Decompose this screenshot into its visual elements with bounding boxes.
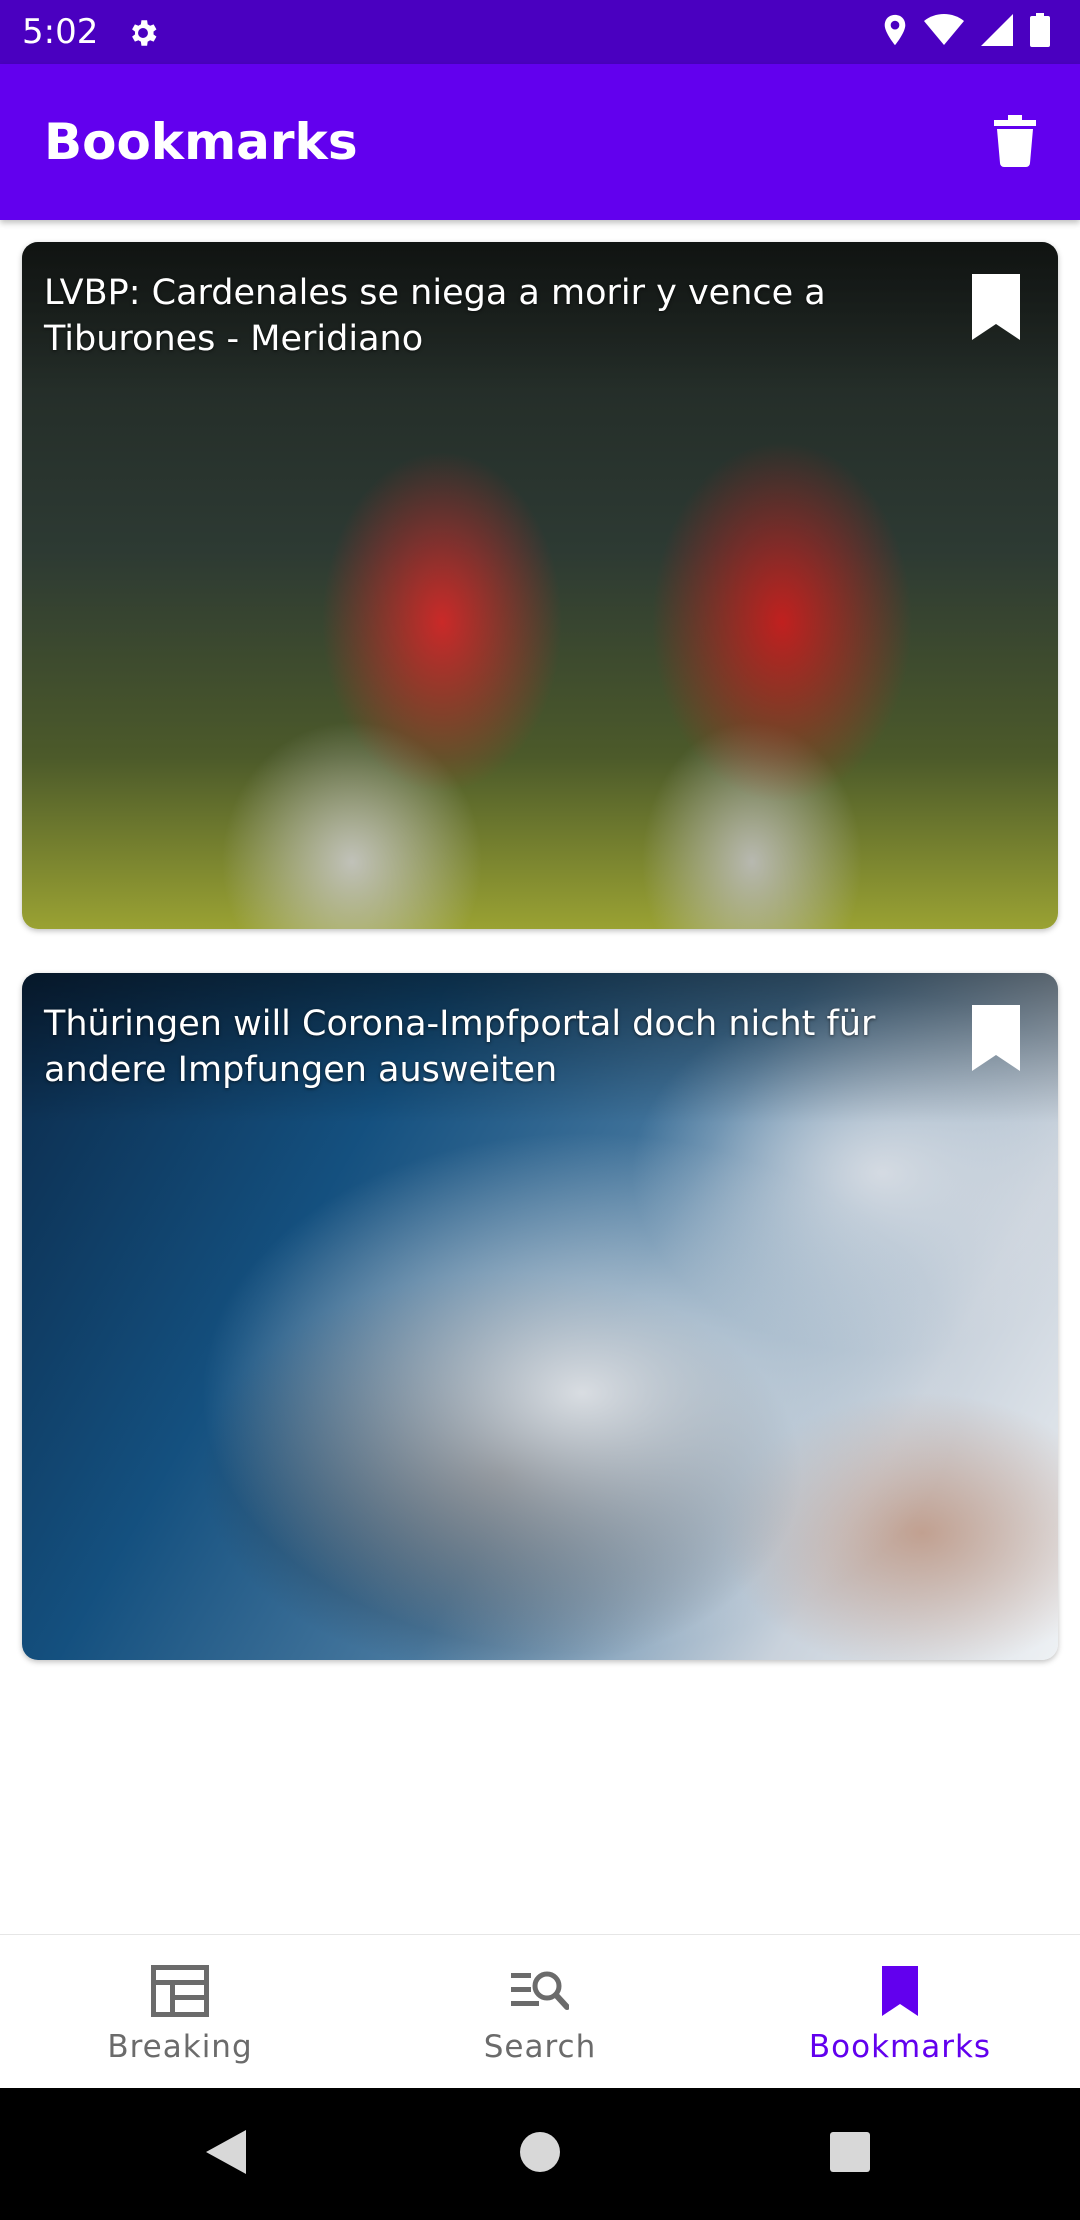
recents-icon (829, 2131, 871, 2177)
nav-label-search: Search (483, 2029, 597, 2065)
home-button[interactable] (514, 2128, 566, 2180)
nav-item-bookmarks[interactable]: Bookmarks (720, 1935, 1080, 2089)
page-title: Bookmarks (44, 113, 358, 171)
search-icon (510, 1963, 570, 2019)
bookmark-icon (870, 1963, 930, 2019)
signal-icon (980, 13, 1014, 51)
status-bar: 5:02 (0, 0, 1080, 64)
bookmark-list: LVBP: Cardenales se niega a morir y venc… (0, 220, 1080, 1934)
delete-icon (994, 115, 1036, 171)
back-icon (204, 2128, 248, 2180)
status-icons (882, 13, 1050, 51)
system-navigation-bar (0, 2088, 1080, 2220)
nav-item-search[interactable]: Search (360, 1935, 720, 2089)
article-card[interactable]: Thüringen will Corona-Impfportal doch ni… (22, 973, 1058, 1660)
bookmark-icon (970, 1005, 1022, 1075)
nav-label-bookmarks: Bookmarks (808, 2029, 992, 2065)
article-title: LVBP: Cardenales se niega a morir y venc… (44, 273, 826, 359)
bottom-navigation: Breaking Search Bookmarks (0, 1934, 1080, 2089)
bookmark-toggle-button[interactable] (970, 274, 1022, 340)
newspaper-icon (150, 1963, 210, 2019)
location-icon (882, 13, 908, 51)
back-button[interactable] (200, 2128, 252, 2180)
bookmark-toggle-button[interactable] (970, 1005, 1022, 1071)
recents-button[interactable] (824, 2128, 876, 2180)
app-bar: Bookmarks (0, 64, 1080, 220)
wifi-icon (924, 14, 964, 50)
home-icon (519, 2131, 561, 2177)
settings-icon (126, 16, 160, 50)
nav-item-breaking[interactable]: Breaking (0, 1935, 360, 2089)
battery-icon (1030, 13, 1050, 51)
article-card[interactable]: LVBP: Cardenales se niega a morir y venc… (22, 242, 1058, 929)
delete-all-button[interactable] (988, 114, 1042, 172)
article-title: Thüringen will Corona-Impfportal doch ni… (44, 1004, 876, 1090)
status-time: 5:02 (22, 12, 99, 52)
bookmark-icon (970, 274, 1022, 344)
nav-label-breaking: Breaking (107, 2029, 253, 2065)
